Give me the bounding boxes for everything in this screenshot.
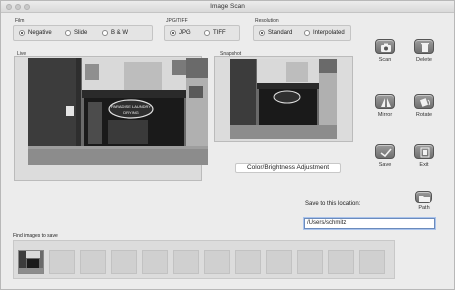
trash-icon	[421, 43, 429, 52]
film-option-negative[interactable]: Negative	[19, 30, 52, 36]
save-location-label: Save to this location:	[305, 201, 361, 207]
format-option-label: TIFF	[213, 30, 226, 36]
save-button[interactable]	[375, 144, 395, 159]
format-option-jpg[interactable]: JPG	[170, 30, 191, 36]
scan-label: Scan	[378, 57, 392, 63]
sign-text-line2: DRYING	[123, 110, 138, 115]
film-option-label: B & W	[111, 30, 129, 36]
thumbnails-label: Find images to save	[13, 233, 58, 239]
path-button[interactable]	[415, 191, 432, 203]
thumbnail-photo	[19, 251, 43, 273]
camera-icon	[381, 43, 391, 52]
folder-icon	[419, 196, 430, 202]
storefront-photo: PARADISE LAUNDRY DRYING	[28, 58, 208, 165]
thumbnail-8[interactable]	[235, 250, 261, 274]
live-preview-image: PARADISE LAUNDRY DRYING	[28, 58, 208, 165]
film-group: Negative Slide B & W	[13, 25, 153, 41]
exit-button[interactable]	[414, 144, 434, 159]
film-option-label: Negative	[28, 30, 52, 36]
scan-button[interactable]	[375, 39, 395, 54]
thumbnail-strip	[13, 240, 395, 279]
film-option-bw[interactable]: B & W	[102, 30, 128, 36]
thumbnail-2[interactable]	[49, 250, 75, 274]
thumbnail-5[interactable]	[142, 250, 168, 274]
radio-button-icon	[102, 30, 108, 36]
thumbnail-6[interactable]	[173, 250, 199, 274]
thumbnail-3[interactable]	[80, 250, 106, 274]
thumbnail-9[interactable]	[266, 250, 292, 274]
rotate-icon	[419, 98, 430, 107]
resolution-option-label: Interpolated	[313, 30, 345, 36]
resolution-group: Standard Interpolated	[253, 25, 351, 41]
thumbnail-12[interactable]	[359, 250, 385, 274]
live-preview-panel: PARADISE LAUNDRY DRYING	[14, 56, 208, 181]
thumbnail-4[interactable]	[111, 250, 137, 274]
sign-text-line1: PARADISE LAUNDRY	[111, 104, 151, 109]
thumbnail-7[interactable]	[204, 250, 230, 274]
mirror-button[interactable]	[375, 94, 395, 109]
radio-button-icon	[204, 30, 210, 36]
rotate-button[interactable]	[414, 94, 434, 109]
delete-button[interactable]	[414, 39, 434, 54]
save-icon	[380, 148, 392, 158]
mirror-label: Mirror	[377, 112, 393, 118]
save-path-field[interactable]: /Users/schmitz	[304, 218, 435, 229]
format-option-tiff[interactable]: TIFF	[204, 30, 226, 36]
thumbnail-1[interactable]	[18, 250, 44, 274]
resolution-option-label: Standard	[268, 30, 293, 36]
radio-button-icon	[304, 30, 310, 36]
format-group: JPG TIFF	[164, 25, 240, 41]
save-label: Save	[378, 162, 392, 168]
resolution-option-interpolated[interactable]: Interpolated	[304, 30, 345, 36]
radio-button-icon	[170, 30, 176, 36]
thumbnail-11[interactable]	[328, 250, 354, 274]
app-window: Image Scan Film Negative Slide B & W JPG…	[0, 0, 455, 290]
radio-button-icon	[259, 30, 265, 36]
exit-label: Exit	[419, 162, 429, 168]
window-title: Image Scan	[210, 3, 245, 10]
resolution-group-label: Resolution	[255, 18, 279, 24]
film-option-slide[interactable]: Slide	[65, 30, 87, 36]
storefront-snapshot-photo	[230, 59, 337, 139]
mirror-icon	[381, 98, 391, 107]
thumbnail-10[interactable]	[297, 250, 323, 274]
film-option-label: Slide	[74, 30, 88, 36]
format-group-label: JPG/TIFF	[166, 18, 188, 24]
snapshot-panel	[214, 56, 353, 142]
delete-label: Delete	[416, 57, 432, 63]
color-brightness-button[interactable]: Color/Brightness Adjustment	[235, 163, 341, 173]
rotate-label: Rotate	[415, 112, 433, 118]
film-group-label: Film	[15, 18, 25, 24]
path-label: Path	[418, 205, 430, 211]
title-bar: Image Scan	[1, 1, 454, 13]
exit-icon	[420, 147, 430, 158]
resolution-option-standard[interactable]: Standard	[259, 30, 292, 36]
snapshot-image	[230, 59, 337, 139]
radio-button-icon	[19, 30, 25, 36]
radio-button-icon	[65, 30, 71, 36]
format-option-label: JPG	[179, 30, 191, 36]
